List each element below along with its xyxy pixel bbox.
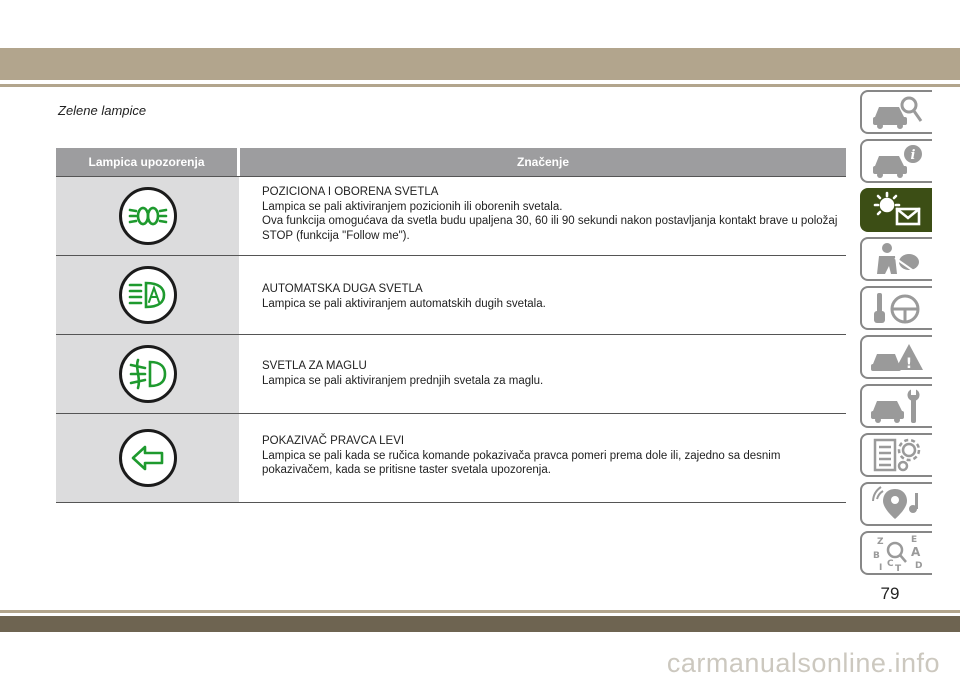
svg-text:I: I (879, 563, 882, 572)
svg-text:T: T (895, 564, 902, 572)
index-letters-icon[interactable]: Z E B A ICT D (860, 531, 932, 575)
warning-lights-icon[interactable] (860, 188, 932, 232)
watermark: carmanualsonline.info (666, 648, 940, 678)
svg-text:D: D (915, 561, 922, 571)
row-text: Ova funkcija omogućava da svetla budu up… (262, 215, 838, 242)
svg-text:B: B (873, 551, 880, 561)
row-text: Lampica se pali aktiviranjem prednjih sv… (262, 374, 544, 387)
table-row: POKAZIVAČ PRAVCA LEVI Lampica se pali ka… (56, 413, 846, 503)
car-info-icon[interactable]: i (860, 139, 932, 183)
header-band (0, 48, 960, 80)
row-text: Lampica se pali kada se ručica komande p… (262, 449, 781, 477)
table-row: AUTOMATSKA DUGA SVETLA Lampica se pali a… (56, 255, 846, 334)
svg-text:!: ! (906, 356, 912, 372)
table-row: POZICIONA I OBORENA SVETLA Lampica se pa… (56, 176, 846, 255)
steering-wheel-icon[interactable] (860, 286, 932, 330)
section-title: Zelene lampice (58, 103, 147, 118)
svg-text:Z: Z (877, 537, 884, 547)
page-number: 79 (880, 584, 900, 603)
svg-text:i: i (911, 148, 916, 163)
row-text: Lampica se pali aktiviranjem automatskih… (262, 297, 546, 310)
footer-line (0, 610, 960, 613)
headlights-icon (118, 187, 177, 245)
row-title: POZICIONA I OBORENA SVETLA (262, 186, 439, 198)
left-turn-arrow-icon (118, 429, 177, 487)
header-line (0, 84, 960, 87)
header-meaning: Značenje (240, 148, 846, 176)
row-title: POKAZIVAČ PRAVCA LEVI (262, 435, 405, 447)
row-title: AUTOMATSKA DUGA SVETLA (262, 283, 423, 295)
airbag-person-icon[interactable] (860, 237, 932, 281)
warning-lights-table: Lampica upozorenja Značenje POZICIONA I … (56, 148, 846, 503)
row-text: Lampica se pali aktiviranjem pozicionih … (262, 200, 563, 213)
auto-high-beam-icon (118, 266, 177, 324)
row-title: SVETLA ZA MAGLU (262, 360, 367, 372)
svg-text:E: E (911, 535, 917, 545)
fog-light-icon (118, 345, 177, 403)
svg-text:A: A (911, 545, 921, 559)
car-service-icon[interactable] (860, 384, 932, 428)
svg-text:C: C (887, 559, 894, 569)
specs-gear-icon[interactable] (860, 433, 932, 477)
multimedia-icon[interactable] (860, 482, 932, 526)
car-search-icon[interactable] (860, 90, 932, 134)
table-row: SVETLA ZA MAGLU Lampica se pali aktivira… (56, 334, 846, 413)
table-header: Lampica upozorenja Značenje (56, 148, 846, 176)
footer-band (0, 616, 960, 632)
header-warning-light: Lampica upozorenja (56, 148, 237, 176)
car-breakdown-icon[interactable]: ! (860, 335, 932, 379)
